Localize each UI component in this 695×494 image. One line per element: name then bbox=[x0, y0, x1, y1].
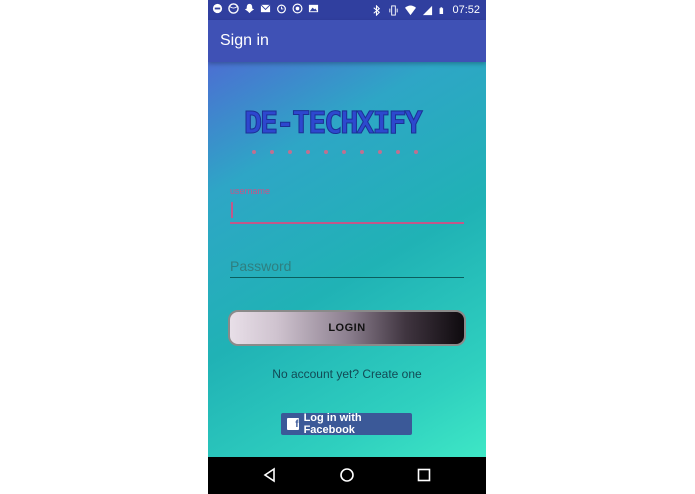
snapchat-icon bbox=[244, 3, 255, 14]
username-label: username bbox=[230, 186, 271, 196]
logo-decoration bbox=[252, 150, 418, 154]
gmail-icon bbox=[260, 4, 271, 13]
whatsapp-icon bbox=[292, 3, 303, 14]
facebook-icon: f bbox=[287, 418, 299, 430]
system-icons: 07:52 bbox=[371, 3, 480, 17]
password-input[interactable]: Password bbox=[230, 255, 464, 278]
status-bar: 07:52 bbox=[208, 0, 486, 20]
photo-icon bbox=[308, 4, 319, 13]
navigation-bar bbox=[208, 457, 486, 494]
battery-icon bbox=[440, 6, 444, 14]
recent-apps-icon[interactable] bbox=[416, 467, 432, 483]
facebook-login-label: Log in with Facebook bbox=[303, 412, 362, 436]
app-logo: DE-TECHXIFY bbox=[238, 100, 458, 166]
debug-icon bbox=[212, 3, 223, 14]
notification-icons bbox=[212, 3, 319, 14]
bluetooth-icon bbox=[373, 4, 381, 16]
phone-screen: 07:52 Sign in DE-TECHXIFY username Passw… bbox=[208, 0, 486, 494]
login-button[interactable]: LOGIN bbox=[228, 310, 466, 346]
page-title: Sign in bbox=[220, 32, 269, 49]
back-icon[interactable] bbox=[262, 467, 278, 483]
vibrate-icon bbox=[389, 4, 399, 16]
app-bar: Sign in bbox=[208, 20, 486, 62]
signal-icon bbox=[423, 5, 433, 15]
username-input[interactable] bbox=[230, 198, 464, 224]
password-placeholder: Password bbox=[230, 258, 292, 274]
alarm-icon bbox=[277, 4, 286, 14]
logo-text: DE-TECHXIFY bbox=[244, 106, 424, 142]
wifi-icon bbox=[405, 4, 417, 15]
dribbble-icon bbox=[228, 3, 239, 14]
login-button-label: LOGIN bbox=[328, 322, 366, 334]
create-account-link[interactable]: No account yet? Create one bbox=[208, 367, 486, 381]
status-clock: 07:52 bbox=[452, 4, 480, 16]
text-cursor bbox=[231, 202, 233, 218]
home-icon[interactable] bbox=[339, 467, 355, 483]
facebook-login-button[interactable]: f Log in with Facebook bbox=[281, 412, 412, 436]
